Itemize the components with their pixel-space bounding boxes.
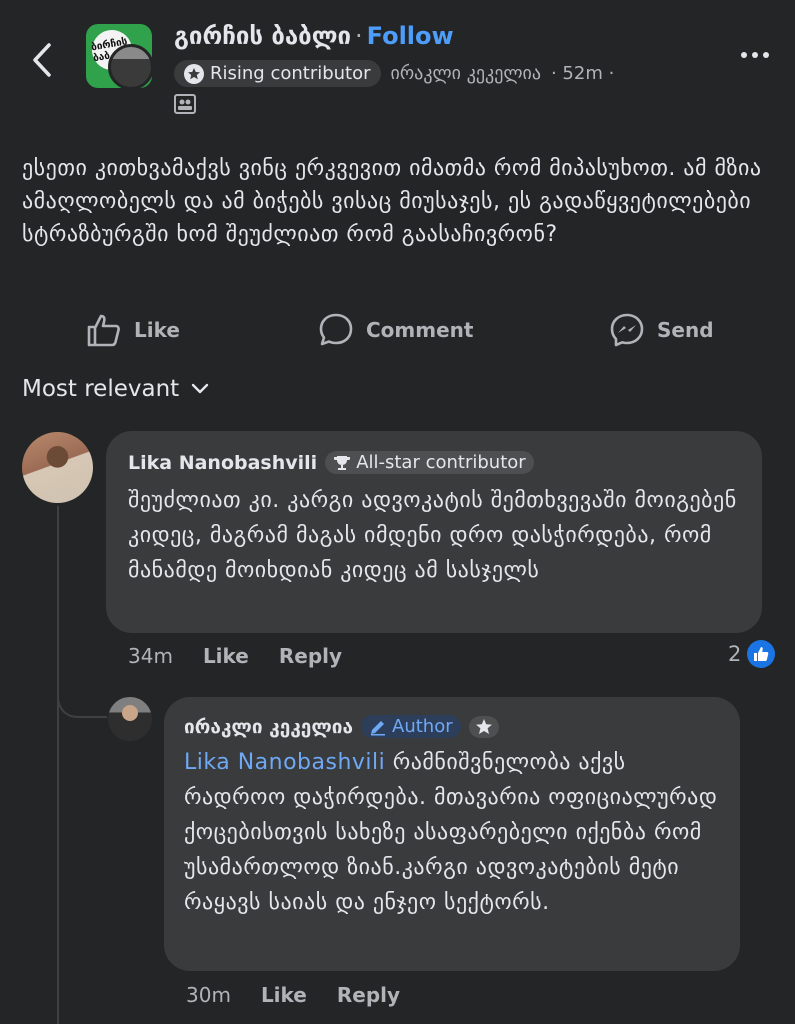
comment-reply-button[interactable]: Reply — [279, 644, 342, 668]
reaction-count: 2 — [728, 642, 742, 666]
star-badge-icon — [184, 63, 204, 84]
sort-label: Most relevant — [22, 376, 180, 402]
comment-icon — [319, 313, 353, 346]
author-mini-avatar — [108, 44, 152, 88]
comment-reactions[interactable]: 2 — [728, 640, 776, 668]
chevron-left-icon — [33, 43, 51, 77]
follow-button[interactable]: Follow — [367, 22, 454, 50]
comment-bubble: Lika Nanobashvili All-star contributor შ… — [106, 431, 762, 633]
group-privacy-icon — [174, 94, 196, 118]
like-reaction-icon — [747, 640, 776, 668]
send-button[interactable]: Send — [609, 306, 714, 354]
send-label: Send — [657, 318, 714, 342]
post-time: · 52m · — [550, 63, 615, 84]
reply-text: Lika Nanobashvili რამნიშვნელობა აქვს რად… — [184, 745, 724, 920]
trophy-icon — [334, 455, 351, 470]
post-meta-row: Rising contributor ირაკლი კეკელია · 52m … — [174, 60, 614, 87]
comment-like-button[interactable]: Like — [203, 644, 249, 668]
reply-bubble: ირაკლი კეკელია Author Lika Nanobashvili … — [164, 697, 740, 971]
reply-author-row: ირაკლი კეკელია Author — [184, 715, 499, 738]
post-header: ბირჩის ბაბ გირჩის ბაბლი · Follow Rising co… — [0, 0, 795, 130]
badge-label: Rising contributor — [210, 63, 371, 84]
reply-author-avatar[interactable] — [108, 697, 152, 741]
reply-like-button[interactable]: Like — [261, 983, 307, 1007]
reply-meta: 30m Like Reply — [186, 983, 400, 1007]
reply-time: 30m — [186, 983, 231, 1007]
star-icon — [475, 718, 492, 734]
group-name[interactable]: გირჩის ბაბლი — [174, 22, 351, 50]
group-avatar[interactable]: ბირჩის ბაბ — [86, 24, 152, 88]
comment-author-row: Lika Nanobashvili All-star contributor — [128, 451, 534, 474]
comment-text: შეუძლიათ კი. კარგი ადვოკატის შემთხვევაში… — [128, 488, 737, 583]
title-separator: · — [355, 22, 363, 50]
reply-author[interactable]: ირაკლი კეკელია — [184, 716, 353, 738]
comment-button[interactable]: Comment — [318, 306, 473, 354]
post-actions: Like Comment Send — [0, 306, 795, 354]
like-label: Like — [134, 318, 180, 342]
reply-reply-button[interactable]: Reply — [337, 983, 400, 1007]
commenter-avatar[interactable] — [22, 432, 93, 503]
comment-label: Comment — [366, 318, 474, 342]
comment-time: 34m — [128, 644, 173, 668]
messenger-icon — [610, 313, 644, 347]
pencil-icon — [371, 720, 385, 735]
more-options-icon[interactable] — [741, 52, 769, 58]
rising-contributor-badge[interactable]: Rising contributor — [174, 60, 381, 87]
reply-connector — [57, 660, 107, 718]
mention-link[interactable]: Lika Nanobashvili — [184, 750, 385, 775]
comment-meta: 34m Like Reply — [128, 644, 342, 668]
post-author-name[interactable]: ირაკლი კეკელია — [391, 63, 541, 84]
star-badge[interactable] — [468, 715, 499, 738]
badge-label: Author — [392, 716, 453, 737]
thread-line — [57, 506, 59, 1024]
back-button[interactable] — [26, 40, 58, 80]
author-badge[interactable]: Author — [361, 715, 461, 738]
badge-label: All-star contributor — [356, 452, 526, 473]
comment-sort-dropdown[interactable]: Most relevant — [22, 376, 209, 402]
comment-author[interactable]: Lika Nanobashvili — [128, 452, 317, 474]
group-title-row: გირჩის ბაბლი · Follow — [174, 22, 454, 50]
chevron-down-icon — [191, 383, 209, 394]
thumbs-up-icon — [87, 314, 120, 347]
like-button[interactable]: Like — [86, 306, 180, 354]
all-star-badge[interactable]: All-star contributor — [325, 451, 534, 474]
post-body: ესეთი კითხვამაქვს ვინც ერკვევით იმათმა რ… — [22, 156, 762, 247]
